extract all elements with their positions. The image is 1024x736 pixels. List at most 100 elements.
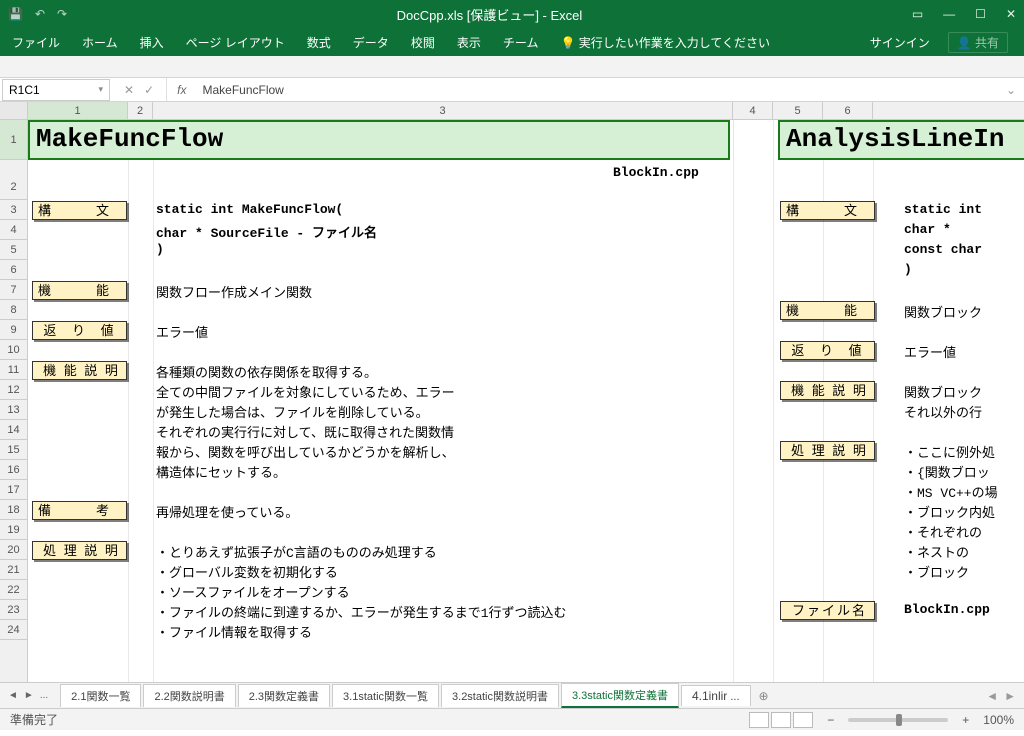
tab-nav-first-icon[interactable]: ◄: [8, 690, 18, 701]
label-desc-2: 機 能 説 明: [780, 381, 875, 400]
sheet-tab[interactable]: 3.2static関数説明書: [441, 684, 559, 707]
select-all-corner[interactable]: [0, 102, 28, 119]
col-header[interactable]: 5: [773, 102, 823, 119]
tab-view[interactable]: 表示: [457, 34, 481, 51]
row-header[interactable]: 1: [0, 120, 27, 160]
zoom-level[interactable]: 100%: [983, 713, 1014, 727]
sheet-tab[interactable]: 2.1関数一覧: [60, 684, 141, 707]
minimize-icon[interactable]: —: [943, 7, 955, 21]
row-header[interactable]: 18: [0, 500, 27, 520]
formula-input[interactable]: MakeFuncFlow: [196, 81, 1005, 99]
row-header[interactable]: 22: [0, 580, 27, 600]
function-title-cell[interactable]: MakeFuncFlow: [28, 120, 730, 160]
close-icon[interactable]: ✕: [1006, 7, 1016, 21]
maximize-icon[interactable]: ☐: [975, 7, 986, 21]
zoom-in-icon[interactable]: +: [962, 713, 969, 727]
row-header[interactable]: 5: [0, 240, 27, 260]
col-header[interactable]: 3: [153, 102, 733, 119]
tab-data[interactable]: データ: [353, 34, 389, 51]
row-header[interactable]: 17: [0, 480, 27, 500]
name-box[interactable]: R1C1: [2, 79, 110, 101]
tab-team[interactable]: チーム: [503, 34, 539, 51]
cell-text: それ以外の行: [904, 402, 982, 421]
row-header[interactable]: 20: [0, 540, 27, 560]
cell-text: static int MakeFuncFlow(: [156, 202, 343, 217]
save-icon[interactable]: 💾: [8, 7, 23, 21]
hscroll-right-icon[interactable]: ►: [1004, 689, 1016, 703]
cells-area[interactable]: MakeFuncFlow AnalysisLineIn BlockIn.cpp …: [28, 120, 1024, 682]
row-header[interactable]: 12: [0, 380, 27, 400]
cell-text: char *: [904, 222, 951, 237]
share-button[interactable]: 👤 共有: [948, 32, 1008, 53]
label-desc: 機 能 説 明: [32, 361, 127, 380]
fx-label[interactable]: fx: [167, 83, 196, 97]
cell-text: が発生した場合は、ファイルを削除している。: [156, 402, 429, 421]
ribbon-options-icon[interactable]: ▭: [912, 7, 923, 21]
enter-icon[interactable]: ✓: [144, 83, 154, 97]
window-title: DocCpp.xls [保護ビュー] - Excel: [67, 5, 912, 24]
redo-icon[interactable]: ↷: [57, 7, 67, 21]
sheet-tab[interactable]: 2.3関数定義書: [238, 684, 330, 707]
hscroll-left-icon[interactable]: ◄: [986, 689, 998, 703]
cell-text: 関数ブロック: [904, 382, 982, 401]
col-header[interactable]: 1: [28, 102, 128, 119]
tab-nav-more[interactable]: ...: [40, 690, 48, 701]
undo-icon[interactable]: ↶: [35, 7, 45, 21]
view-break-icon[interactable]: [793, 712, 813, 728]
cell-text: 関数フロー作成メイン関数: [156, 282, 312, 301]
view-normal-icon[interactable]: [749, 712, 769, 728]
row-header[interactable]: 8: [0, 300, 27, 320]
signin-link[interactable]: サインイン: [870, 34, 930, 51]
label-return-2: 返 り 値: [780, 341, 875, 360]
tab-nav-prev-icon[interactable]: ►: [24, 690, 34, 701]
cell-text: 構造体にセットする。: [156, 462, 286, 481]
tab-review[interactable]: 校閲: [411, 34, 435, 51]
cell-text: 報から、関数を呼び出しているかどうかを解析し、: [156, 442, 455, 461]
spreadsheet-grid[interactable]: 1 2 3 4 5 6 1 2 3 4 5 6 7 8 9 10 11 12 1…: [0, 102, 1024, 682]
row-headers: 1 2 3 4 5 6 7 8 9 10 11 12 13 14 15 16 1…: [0, 120, 28, 682]
ribbon-body: [0, 56, 1024, 78]
tab-formulas[interactable]: 数式: [307, 34, 331, 51]
row-header[interactable]: 11: [0, 360, 27, 380]
function-title-cell-2[interactable]: AnalysisLineIn: [778, 120, 1024, 160]
tab-insert[interactable]: 挿入: [140, 34, 164, 51]
sheet-tab-active[interactable]: 3.3static関数定義書: [561, 683, 679, 708]
sheet-tab-bar: ◄ ► ... 2.1関数一覧 2.2関数説明書 2.3関数定義書 3.1sta…: [0, 682, 1024, 708]
row-header[interactable]: 14: [0, 420, 27, 440]
add-sheet-icon[interactable]: ⊕: [753, 689, 775, 703]
view-layout-icon[interactable]: [771, 712, 791, 728]
zoom-slider[interactable]: [848, 718, 948, 722]
row-header[interactable]: 10: [0, 340, 27, 360]
row-header[interactable]: 21: [0, 560, 27, 580]
cancel-icon[interactable]: ✕: [124, 83, 134, 97]
row-header[interactable]: 23: [0, 600, 27, 620]
row-header[interactable]: 7: [0, 280, 27, 300]
tab-home[interactable]: ホーム: [82, 34, 118, 51]
tab-layout[interactable]: ページ レイアウト: [186, 34, 285, 51]
cell-text: const char: [904, 242, 982, 257]
row-header[interactable]: 24: [0, 620, 27, 640]
cell-text: ・とりあえず拡張子がC言語のもののみ処理する: [156, 542, 437, 561]
row-header[interactable]: 4: [0, 220, 27, 240]
sheet-tab[interactable]: 3.1static関数一覧: [332, 684, 439, 707]
row-header[interactable]: 2: [0, 160, 27, 200]
formula-expand-icon[interactable]: ⌄: [1006, 83, 1024, 97]
row-header[interactable]: 13: [0, 400, 27, 420]
tell-me[interactable]: 💡 実行したい作業を入力してください: [560, 34, 770, 51]
row-header[interactable]: 19: [0, 520, 27, 540]
row-header[interactable]: 9: [0, 320, 27, 340]
tab-file[interactable]: ファイル: [12, 34, 60, 51]
row-header[interactable]: 6: [0, 260, 27, 280]
col-header[interactable]: 4: [733, 102, 773, 119]
row-header[interactable]: 15: [0, 440, 27, 460]
sheet-tab[interactable]: 2.2関数説明書: [143, 684, 235, 707]
zoom-out-icon[interactable]: −: [827, 713, 834, 727]
label-note: 備 考: [32, 501, 127, 520]
sheet-tab[interactable]: 4.1inlir ...: [681, 685, 751, 706]
col-header[interactable]: 2: [128, 102, 153, 119]
row-header[interactable]: 16: [0, 460, 27, 480]
cell-text: 全ての中間ファイルを対象にしているため、エラー: [156, 382, 455, 401]
label-file-2: ファイル名: [780, 601, 875, 620]
row-header[interactable]: 3: [0, 200, 27, 220]
col-header[interactable]: 6: [823, 102, 873, 119]
